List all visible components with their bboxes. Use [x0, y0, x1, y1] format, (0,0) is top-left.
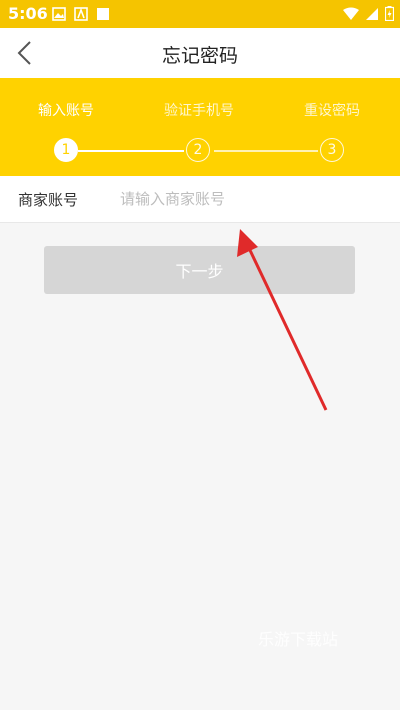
step-connector-1 [78, 150, 184, 152]
signal-icon [366, 7, 378, 20]
status-time: 5:06 [8, 4, 48, 23]
notification-icons [52, 7, 110, 21]
step-circle-3: 3 [320, 138, 344, 162]
wifi-icon [343, 7, 359, 20]
app-icon [74, 7, 88, 21]
nav-bar: 忘记密码 [0, 28, 400, 78]
system-icons [343, 6, 394, 21]
step-circle-2: 2 [186, 138, 210, 162]
account-row: 商家账号 [0, 176, 400, 223]
step-label-2: 验证手机号 [164, 103, 234, 119]
status-bar: 5:06 [0, 0, 400, 28]
page-title: 忘记密码 [161, 45, 238, 67]
battery-icon [385, 6, 394, 21]
watermark: 乐游下载站 [258, 630, 339, 649]
square-icon [97, 8, 109, 20]
image-icon [52, 7, 66, 21]
account-input[interactable] [118, 183, 392, 215]
step-indicator: 输入账号 验证手机号 重设密码 1 2 3 [0, 78, 400, 176]
step-label-3: 重设密码 [304, 103, 360, 119]
step-label-1: 输入账号 [38, 103, 94, 119]
account-label: 商家账号 [18, 191, 79, 209]
step-circle-1: 1 [54, 138, 78, 162]
next-button[interactable]: 下一步 [44, 246, 355, 294]
step-connector-2 [214, 150, 318, 152]
